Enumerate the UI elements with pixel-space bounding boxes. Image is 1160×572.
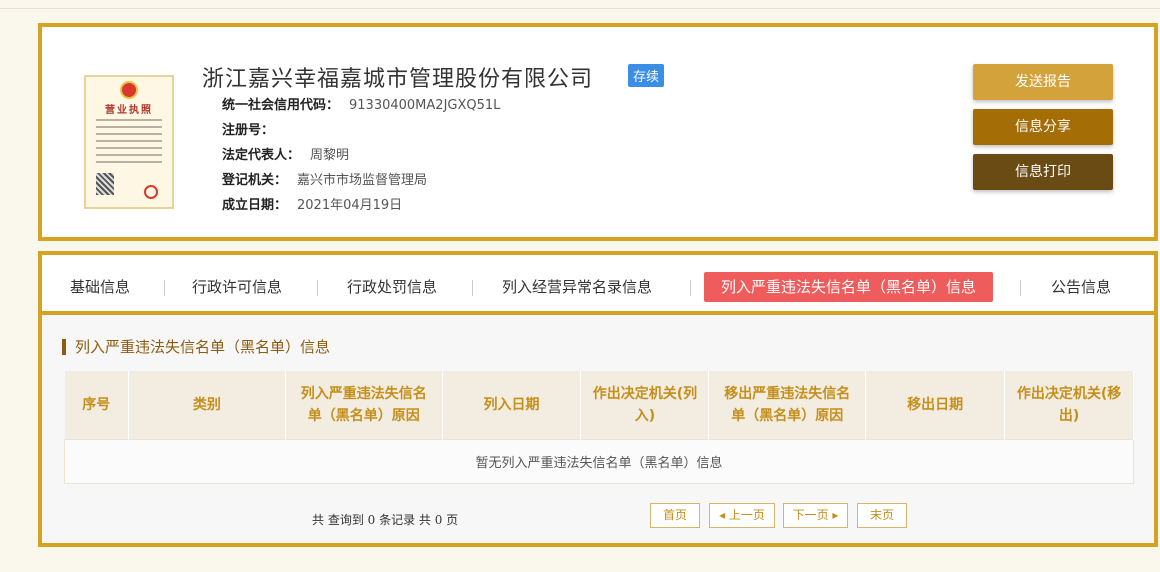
tab-abnormal-operation[interactable]: 列入经营异常名录信息 — [502, 272, 652, 302]
company-card: 营业执照 浙江嘉兴幸福嘉城市管理股份有限公司 存续 统一社会信用代码： 91330… — [38, 23, 1158, 241]
info-row-credit-code: 统一社会信用代码： 91330400MA2JGXQ51L — [222, 93, 500, 118]
info-row-established: 成立日期： 2021年04月19日 — [222, 193, 500, 218]
tab-admin-license[interactable]: 行政许可信息 — [192, 272, 282, 302]
column-header: 移出严重违法失信名单（黑名单）原因 — [708, 371, 867, 439]
info-row-legal-rep: 法定代表人： 周黎明 — [222, 143, 500, 168]
company-info-list: 统一社会信用代码： 91330400MA2JGXQ51L 注册号： 法定代表人： 周… — [222, 93, 500, 218]
top-divider — [0, 8, 1160, 9]
record-count: 共 查询到 0 条记录 共 0 页 — [312, 513, 459, 527]
info-label: 注册号： — [222, 123, 275, 138]
tab-blacklist[interactable]: 列入严重违法失信名单（黑名单）信息 — [704, 272, 994, 302]
tab-bar: 基础信息 行政许可信息 行政处罚信息 列入经营异常名录信息 列入严重违法失信名单… — [42, 255, 1154, 315]
share-info-button[interactable]: 信息分享 — [973, 109, 1113, 145]
column-header: 列入严重违法失信名单（黑名单）原因 — [285, 371, 443, 439]
column-header: 移出日期 — [865, 371, 1006, 439]
print-info-button[interactable]: 信息打印 — [973, 154, 1113, 190]
info-value: 周黎明 — [310, 148, 350, 163]
national-emblem-icon — [120, 81, 138, 99]
info-value: 嘉兴市市场监督管理局 — [297, 173, 428, 188]
column-header: 列入日期 — [442, 371, 582, 439]
empty-message: 暂无列入严重违法失信名单（黑名单）信息 — [64, 438, 1134, 484]
next-page-button[interactable]: 下一页 ▸ — [783, 503, 848, 528]
info-value: 91330400MA2JGXQ51L — [349, 98, 501, 113]
column-header: 作出决定机关(移出) — [1004, 371, 1134, 439]
license-title: 营业执照 — [105, 105, 153, 116]
table-header-row: 序号 类别 列入严重违法失信名单（黑名单）原因 列入日期 作出决定机关(列入) … — [64, 371, 1134, 439]
tab-separator — [317, 280, 318, 296]
status-badge: 存续 — [628, 64, 665, 87]
tab-separator — [164, 280, 165, 296]
info-row-authority: 登记机关： 嘉兴市市场监督管理局 — [222, 168, 500, 193]
column-header: 类别 — [128, 371, 286, 439]
tab-separator — [1020, 280, 1021, 296]
info-value: 2021年04月19日 — [297, 198, 403, 213]
tab-announcement[interactable]: 公告信息 — [1051, 272, 1111, 302]
blacklist-table: 序号 类别 列入严重违法失信名单（黑名单）原因 列入日期 作出决定机关(列入) … — [64, 371, 1134, 484]
info-label: 登记机关： — [222, 173, 288, 188]
info-label: 法定代表人： — [222, 148, 301, 163]
info-label: 统一社会信用代码： — [222, 98, 340, 113]
qr-code-icon — [96, 173, 114, 195]
tab-separator — [690, 280, 691, 296]
business-license-image[interactable]: 营业执照 — [84, 75, 174, 209]
license-text-lines — [96, 119, 162, 168]
send-report-button[interactable]: 发送报告 — [973, 64, 1113, 100]
seal-icon — [144, 185, 158, 199]
info-label: 成立日期： — [222, 198, 288, 213]
detail-panel: 基础信息 行政许可信息 行政处罚信息 列入经营异常名录信息 列入严重违法失信名单… — [38, 251, 1158, 547]
company-name: 浙江嘉兴幸福嘉城市管理股份有限公司 — [202, 67, 594, 92]
prev-page-button[interactable]: ◂ 上一页 — [709, 503, 775, 528]
column-header: 作出决定机关(列入) — [580, 371, 710, 439]
info-row-reg-number: 注册号： — [222, 118, 500, 143]
table-row: 暂无列入严重违法失信名单（黑名单）信息 — [64, 438, 1134, 484]
column-header: 序号 — [64, 371, 129, 439]
last-page-button[interactable]: 末页 — [857, 503, 907, 528]
tab-admin-penalty[interactable]: 行政处罚信息 — [347, 272, 437, 302]
section-title: 列入严重违法失信名单（黑名单）信息 — [62, 339, 330, 355]
first-page-button[interactable]: 首页 — [650, 503, 700, 528]
tab-separator — [472, 280, 473, 296]
tab-basic-info[interactable]: 基础信息 — [70, 272, 130, 302]
